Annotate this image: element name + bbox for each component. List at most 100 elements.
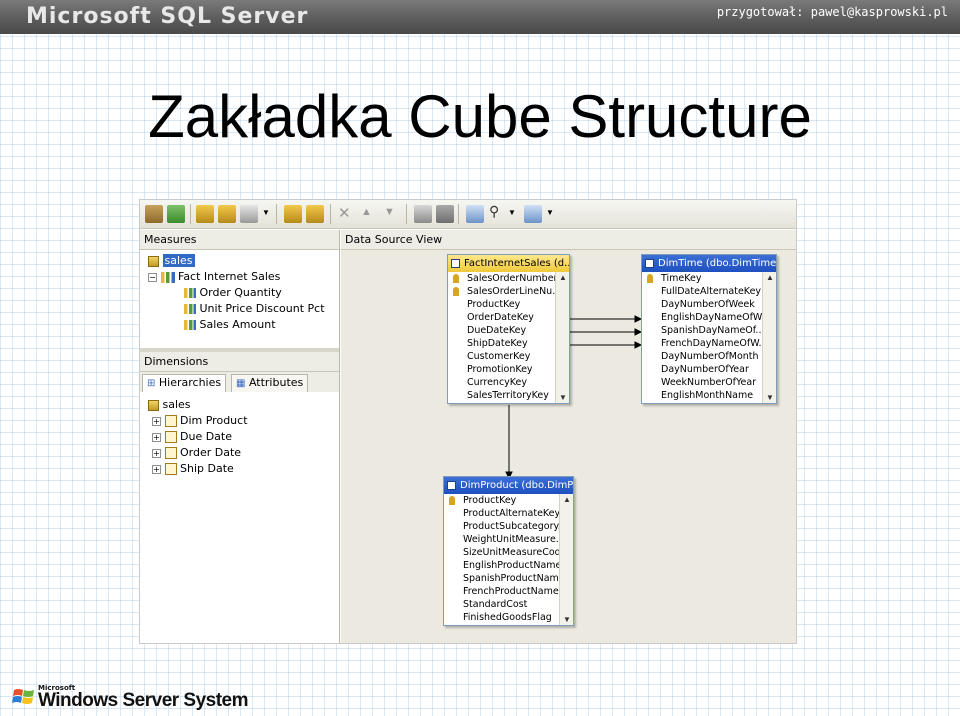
scroll-down-icon[interactable]: ▼ [563, 615, 571, 624]
chevron-down-icon[interactable]: ▼ [546, 208, 554, 217]
data-source-view-pane: Data Source View FactInternetSales (d... [341, 230, 796, 643]
dimension-icon [164, 447, 177, 459]
toolbar-separator [458, 204, 459, 224]
column-row[interactable]: PromotionKey [448, 363, 555, 376]
tree-item-dimension[interactable]: + Due Date [152, 429, 232, 445]
layout-icon[interactable] [436, 205, 454, 223]
expand-icon[interactable]: + [152, 416, 161, 426]
column-row[interactable]: DayNumberOfWeek [642, 298, 762, 311]
column-row[interactable]: StandardCost [444, 598, 559, 611]
dimension-label: Order Date [180, 446, 242, 459]
column-row[interactable]: SalesOrderNumber [448, 272, 555, 285]
column-row[interactable]: FrenchDayNameOfW... [642, 337, 762, 350]
diagram-icon[interactable] [414, 205, 432, 223]
table-dim-time[interactable]: DimTime (dbo.DimTime) TimeKey FullDateAl… [641, 254, 777, 404]
tree-view-icon[interactable] [524, 205, 542, 223]
column-label: ProductKey [463, 495, 517, 506]
expand-icon[interactable]: + [152, 432, 161, 442]
column-row[interactable]: DueDateKey [448, 324, 555, 337]
table-scrollbar[interactable]: ▲ ▼ [762, 272, 776, 403]
column-label: FinishedGoodsFlag [463, 612, 552, 623]
tree-item-sales-cube[interactable]: sales [148, 253, 195, 269]
column-row[interactable]: SizeUnitMeasureCode [444, 546, 559, 559]
column-list: ProductKey ProductAlternateKey ProductSu… [444, 494, 559, 624]
column-row[interactable]: EnglishMonthName [642, 389, 762, 402]
table-scrollbar[interactable]: ▲ ▼ [559, 494, 573, 625]
table-scrollbar[interactable]: ▲ ▼ [555, 272, 569, 403]
delete-icon[interactable]: ✕ [338, 204, 351, 222]
arrow-down-icon[interactable]: ▼ [384, 206, 395, 218]
chevron-down-icon[interactable]: ▼ [262, 208, 270, 217]
table-fact-internet-sales[interactable]: FactInternetSales (d... SalesOrderNumber… [447, 254, 570, 404]
column-row[interactable]: SalesOrderLineNu... [448, 285, 555, 298]
column-row[interactable]: CurrencyKey [448, 376, 555, 389]
tree-item-dimension[interactable]: + Order Date [152, 445, 241, 461]
scroll-up-icon[interactable]: ▲ [766, 273, 774, 282]
process-icon[interactable] [145, 205, 163, 223]
key-icon [647, 274, 653, 283]
add-cube-dimension-icon[interactable] [306, 205, 324, 223]
tree-item-measure[interactable]: Unit Price Discount Pct [184, 301, 325, 317]
table-dim-product[interactable]: DimProduct (dbo.DimP... ProductKey Produ… [443, 476, 574, 626]
column-label: DayNumberOfWeek [661, 299, 755, 310]
tree-item-dimension[interactable]: + Ship Date [152, 461, 234, 477]
show-measures-icon[interactable] [240, 205, 258, 223]
tab-attributes[interactable]: ▦ Attributes [231, 374, 309, 392]
scroll-down-icon[interactable]: ▼ [559, 393, 567, 402]
chevron-down-icon[interactable]: ▼ [508, 208, 516, 217]
column-label: OrderDateKey [467, 312, 534, 323]
table-title-label: DimTime (dbo.DimTime) [658, 258, 776, 269]
column-row[interactable]: TimeKey [642, 272, 762, 285]
column-row[interactable]: DayNumberOfMonth [642, 350, 762, 363]
column-list: SalesOrderNumber SalesOrderLineNu... Pro… [448, 272, 555, 402]
column-row[interactable]: ProductAlternateKey [444, 507, 559, 520]
arrow-up-icon[interactable]: ▲ [361, 206, 372, 218]
new-measure-group-icon[interactable] [218, 205, 236, 223]
measure-label: Order Quantity [199, 286, 282, 299]
column-row[interactable]: WeightUnitMeasure... [444, 533, 559, 546]
tab-hierarchies[interactable]: ⊞ Hierarchies [142, 374, 227, 393]
expand-icon[interactable]: + [152, 464, 161, 474]
tree-item-sales-cube[interactable]: sales [148, 397, 191, 413]
left-pane: Measures sales − Fact Internet Sales Ord… [140, 230, 340, 643]
scroll-up-icon[interactable]: ▲ [559, 273, 567, 282]
column-row[interactable]: FinishedGoodsFlag [444, 611, 559, 624]
expand-icon[interactable]: + [152, 448, 161, 458]
toolbar-separator [330, 204, 331, 224]
measures-tree: sales − Fact Internet Sales Order Quanti… [140, 250, 339, 346]
column-row[interactable]: SpanishProductName [444, 572, 559, 585]
column-row[interactable]: EnglishDayNameOfW... [642, 311, 762, 324]
column-row[interactable]: ProductKey [444, 494, 559, 507]
scroll-up-icon[interactable]: ▲ [563, 495, 571, 504]
cube-label: sales [162, 398, 191, 411]
column-row[interactable]: ShipDateKey [448, 337, 555, 350]
column-row[interactable]: CustomerKey [448, 350, 555, 363]
table-title: FactInternetSales (d... [448, 255, 569, 272]
new-measure-icon[interactable] [196, 205, 214, 223]
tree-item-measure[interactable]: Order Quantity [184, 285, 282, 301]
scroll-down-icon[interactable]: ▼ [766, 393, 774, 402]
refresh-icon[interactable] [167, 205, 185, 223]
measure-icon [184, 304, 196, 314]
column-row[interactable]: FrenchProductName [444, 585, 559, 598]
column-row[interactable]: ProductKey [448, 298, 555, 311]
tree-item-measure[interactable]: Sales Amount [184, 317, 276, 333]
toolbar-separator [276, 204, 277, 224]
zoom-icon[interactable] [466, 205, 484, 223]
column-row[interactable]: DayNumberOfYear [642, 363, 762, 376]
column-row[interactable]: FullDateAlternateKey [642, 285, 762, 298]
collapse-icon[interactable]: − [148, 272, 157, 282]
zoom-in-icon[interactable]: ⚲ [489, 203, 499, 220]
tree-item-measure-group[interactable]: − Fact Internet Sales [148, 269, 280, 285]
column-row[interactable]: ProductSubcategory... [444, 520, 559, 533]
table-icon [645, 259, 654, 268]
tree-item-dimension[interactable]: + Dim Product [152, 413, 248, 429]
column-row[interactable]: SpanishDayNameOf... [642, 324, 762, 337]
column-row[interactable]: EnglishProductName [444, 559, 559, 572]
column-row[interactable]: WeekNumberOfYear [642, 376, 762, 389]
column-row[interactable]: SalesTerritoryKey [448, 389, 555, 402]
column-label: FullDateAlternateKey [661, 286, 762, 297]
column-row[interactable]: OrderDateKey [448, 311, 555, 324]
table-title: DimTime (dbo.DimTime) [642, 255, 776, 272]
add-dimension-icon[interactable] [284, 205, 302, 223]
